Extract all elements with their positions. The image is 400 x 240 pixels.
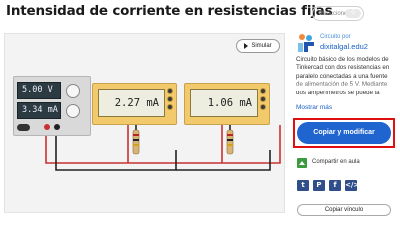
author-avatar-icon[interactable] (296, 33, 316, 53)
simulate-button[interactable]: Simular (236, 39, 280, 53)
play-icon (244, 43, 249, 49)
multimeter-2-display: 1.06 mA (190, 89, 258, 117)
author-link[interactable]: dixitalgal.edu2 (320, 42, 368, 51)
copy-and-modify-button[interactable]: Copiar y modificar (297, 122, 391, 144)
multimeter-2-ports (260, 88, 266, 110)
copy-link-button[interactable]: Copiar vínculo (297, 204, 391, 216)
psu-voltage-display: 5.00 V (17, 82, 61, 99)
show-more-link[interactable]: Mostrar más (296, 104, 332, 111)
share-classroom-link[interactable]: Compartir en aula (312, 159, 360, 165)
current-knob (66, 104, 80, 118)
multimeter-2: 1.06 mA (184, 83, 270, 125)
description-fade (296, 81, 396, 91)
embed-icon[interactable]: </> (345, 180, 359, 191)
simulate-label: Simular (251, 43, 272, 49)
pinterest-icon[interactable]: P (313, 180, 325, 191)
page-title: Intensidad de corriente en resistencias … (6, 3, 333, 19)
power-switch (17, 124, 30, 131)
description-text: Circuito básico de los modelos de Tinker… (296, 56, 390, 97)
classroom-share-icon[interactable] (297, 158, 307, 168)
multimeter-1-display: 2.27 mA (98, 89, 165, 117)
negative-terminal (54, 124, 60, 130)
multimeter-1-ports (167, 88, 173, 110)
author-caption: Circuito por (320, 34, 351, 40)
positive-terminal (44, 124, 50, 130)
voltage-knob (66, 84, 80, 98)
reactions-count: 0 (345, 9, 361, 18)
facebook-icon[interactable]: f (329, 180, 341, 191)
multimeter-1: 2.27 mA (92, 83, 177, 125)
twitter-icon[interactable]: t (297, 180, 309, 191)
reactions-button[interactable]: Reacciones 0 (312, 6, 364, 21)
power-supply: 5.00 V 3.34 mA (13, 76, 91, 136)
psu-current-display: 3.34 mA (17, 102, 61, 119)
